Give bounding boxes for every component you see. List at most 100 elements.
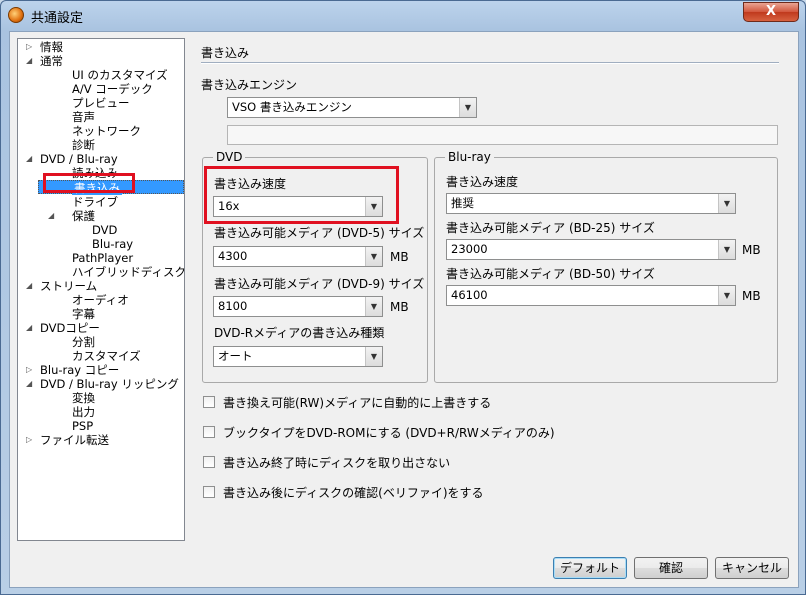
chevron-down-icon[interactable]: ▼ <box>718 286 735 305</box>
default-button[interactable]: デフォルト <box>553 557 627 579</box>
tree-item[interactable]: 字幕 <box>18 307 184 321</box>
tree-item[interactable]: 分割 <box>18 335 184 349</box>
tree-item[interactable]: ▷ 情報 <box>18 40 184 54</box>
checkbox[interactable] <box>203 486 215 498</box>
bd25-size-select[interactable]: 23000 ▼ <box>446 239 736 260</box>
tree-item[interactable]: カスタマイズ <box>18 349 184 363</box>
dvd5-size-select[interactable]: 4300 ▼ <box>213 246 383 267</box>
chevron-down-icon[interactable]: ▼ <box>365 247 382 266</box>
tree-item[interactable]: ◢ DVDコピー <box>18 321 184 335</box>
tree-item[interactable]: 音声 <box>18 110 184 124</box>
dvdr-type-value: オート <box>218 349 253 363</box>
tree-item[interactable]: ◢ DVD / Blu-ray リッピング <box>18 377 184 391</box>
expand-open-icon[interactable]: ◢ <box>48 209 56 223</box>
bd50-unit: MB <box>742 289 761 303</box>
expand-closed-icon[interactable]: ▷ <box>26 40 34 54</box>
tree-item-label: PSP <box>72 419 94 434</box>
bluray-speed-label: 書き込み速度 <box>446 175 519 189</box>
tree-item-label: ファイル転送 <box>40 433 109 448</box>
expand-open-icon[interactable]: ◢ <box>26 152 34 166</box>
chevron-down-icon[interactable]: ▼ <box>718 194 735 213</box>
checkbox[interactable] <box>203 456 215 468</box>
tree-item[interactable]: Blu-ray <box>18 237 184 251</box>
expand-closed-icon[interactable]: ▷ <box>26 363 34 377</box>
tree-item[interactable]: ハイブリッドディスク <box>18 265 184 279</box>
bd25-unit: MB <box>742 243 761 257</box>
tree-item[interactable]: ドライブ <box>18 195 184 209</box>
expand-closed-icon[interactable]: ▷ <box>26 433 34 447</box>
engine-select-value: VSO 書き込みエンジン <box>232 100 352 114</box>
tree-item-label: PathPlayer <box>72 250 134 265</box>
tree-item-label: UI のカスタマイズ <box>72 68 168 83</box>
bd50-size-select[interactable]: 46100 ▼ <box>446 285 736 306</box>
section-divider <box>201 62 779 64</box>
tree-item[interactable]: ◢ 通常 <box>18 54 184 68</box>
checkbox[interactable] <box>203 396 215 408</box>
option-label: 書き換え可能(RW)メディアに自動的に上書きする <box>223 396 492 410</box>
tree-item[interactable]: オーディオ <box>18 293 184 307</box>
tree-item[interactable]: PSP <box>18 419 184 433</box>
bd25-label: 書き込み可能メディア (BD-25) サイズ <box>446 221 655 235</box>
ok-button[interactable]: 確認 <box>634 557 708 579</box>
option-label: 書き込み終了時にディスクを取り出さない <box>223 456 451 470</box>
engine-info-field <box>227 125 778 145</box>
expand-open-icon[interactable]: ◢ <box>26 54 34 68</box>
section-title: 書き込み <box>201 46 250 60</box>
expand-open-icon[interactable]: ◢ <box>26 377 34 391</box>
tree-item-label: A/V コーデック <box>72 82 153 97</box>
tree-item[interactable]: ◢ ストリーム <box>18 279 184 293</box>
dvd5-unit: MB <box>390 250 409 264</box>
engine-label: 書き込みエンジン <box>201 78 298 92</box>
tree-item[interactable]: ◢ 保護 <box>18 209 184 223</box>
expand-open-icon[interactable]: ◢ <box>26 321 34 335</box>
cancel-button[interactable]: キャンセル <box>715 557 789 579</box>
tree-item[interactable]: PathPlayer <box>18 251 184 265</box>
dvd9-unit: MB <box>390 300 409 314</box>
tree-item-label: ストリーム <box>40 278 98 293</box>
tree-item[interactable]: UI のカスタマイズ <box>18 68 184 82</box>
tree-item-label: Blu-ray コピー <box>40 363 120 378</box>
dialog-client: ▷ 情報 ◢ 通常 UI のカスタマイズ A/V コーデック プレビュー 音声 ネットワーク 診断… <box>9 31 799 588</box>
bd25-size-value: 23000 <box>451 242 488 256</box>
tree-item[interactable]: A/V コーデック <box>18 82 184 96</box>
title-bar: 共通設定 X <box>1 1 805 29</box>
dvdr-type-select[interactable]: オート ▼ <box>213 346 383 367</box>
tree-item[interactable]: ネットワーク <box>18 124 184 138</box>
tree-item[interactable]: DVD <box>18 223 184 237</box>
tree-item[interactable]: ▷ Blu-ray コピー <box>18 363 184 377</box>
chevron-down-icon[interactable]: ▼ <box>459 98 476 117</box>
tree-item-label: ドライブ <box>72 194 118 209</box>
tree-item[interactable]: ◢ DVD / Blu-ray <box>18 152 184 166</box>
tree-item-label: ハイブリッドディスク <box>72 264 185 279</box>
window-title: 共通設定 <box>31 11 84 26</box>
tree-item-label: オーディオ <box>72 292 129 307</box>
chevron-down-icon[interactable]: ▼ <box>365 297 382 316</box>
expand-open-icon[interactable]: ◢ <box>26 279 34 293</box>
chevron-down-icon[interactable]: ▼ <box>718 240 735 259</box>
tree-item-label: 字幕 <box>72 306 95 321</box>
bluray-group-title: Blu-ray <box>445 150 494 164</box>
tree-item-label: ネットワーク <box>72 124 141 139</box>
close-button[interactable]: X <box>743 2 799 22</box>
settings-window: 共通設定 X ▷ 情報 ◢ 通常 UI のカスタマイズ A/V コーデック プレビュー 音声ネ… <box>0 0 806 595</box>
engine-select[interactable]: VSO 書き込みエンジン ▼ <box>227 97 477 118</box>
dvd5-label: 書き込み可能メディア (DVD-5) サイズ <box>214 226 425 240</box>
bluray-speed-value: 推奨 <box>451 196 474 210</box>
tree-item-label: DVD <box>92 222 118 237</box>
tree-item[interactable]: 変換 <box>18 391 184 405</box>
tree-item[interactable]: 診断 <box>18 138 184 152</box>
dvd9-label: 書き込み可能メディア (DVD-9) サイズ <box>214 277 425 291</box>
tree-item-label: DVD / Blu-ray リッピング <box>40 377 179 392</box>
dvdr-label: DVD-Rメディアの書き込み種類 <box>214 326 385 340</box>
tree-item-label: 通常 <box>40 54 63 69</box>
tree-item[interactable]: 出力 <box>18 405 184 419</box>
tree-item[interactable]: プレビュー <box>18 96 184 110</box>
tree-item-label: DVDコピー <box>40 321 100 335</box>
chevron-down-icon[interactable]: ▼ <box>365 347 382 366</box>
dvd9-size-select[interactable]: 8100 ▼ <box>213 296 383 317</box>
tree-item-label: DVD / Blu-ray <box>40 152 118 167</box>
highlight-box-tree <box>43 173 135 193</box>
tree-item[interactable]: ▷ ファイル転送 <box>18 433 184 447</box>
checkbox[interactable] <box>203 426 215 438</box>
bluray-speed-select[interactable]: 推奨 ▼ <box>446 193 736 214</box>
